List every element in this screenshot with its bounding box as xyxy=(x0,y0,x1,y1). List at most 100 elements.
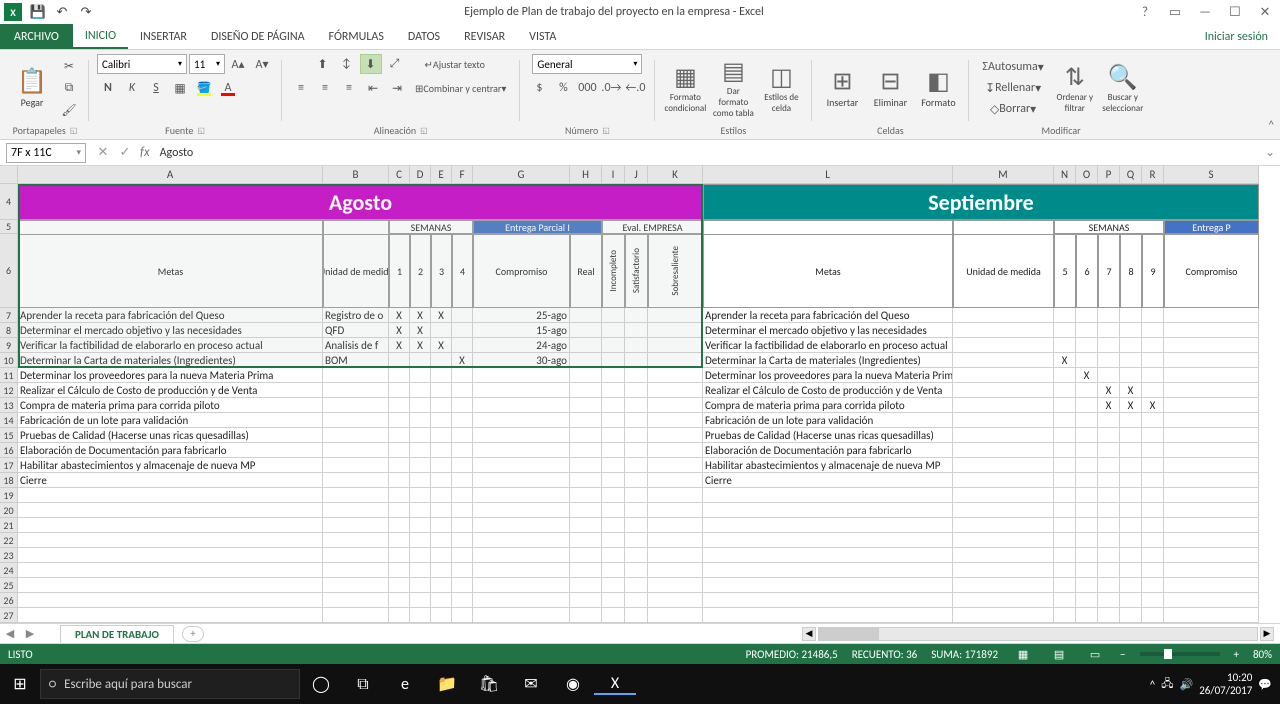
col-header-S[interactable]: S xyxy=(1164,166,1259,184)
conditional-formatting-button[interactable]: ▦Formato condicional xyxy=(663,56,707,120)
comma-icon[interactable]: 000 xyxy=(576,78,598,98)
row-header-24[interactable]: 24 xyxy=(0,563,18,578)
row-header-14[interactable]: 14 xyxy=(0,413,18,428)
row-header-25[interactable]: 25 xyxy=(0,578,18,593)
row-header-17[interactable]: 17 xyxy=(0,458,18,473)
select-all-corner[interactable] xyxy=(0,166,18,184)
close-icon[interactable]: ✕ xyxy=(1250,5,1280,20)
tab-data[interactable]: DATOS xyxy=(396,24,452,49)
sheet-nav-next-icon[interactable]: ▶ xyxy=(20,627,40,640)
header-entrega-parcial-1[interactable]: Entrega Parcial I xyxy=(473,220,602,234)
format-painter-icon[interactable]: 🖌 xyxy=(58,100,80,120)
wrap-text-button[interactable]: ↵ Ajustar texto xyxy=(420,54,490,74)
fill-color-icon[interactable]: 🪣 xyxy=(193,78,215,98)
view-normal-icon[interactable]: ▦ xyxy=(1012,648,1034,661)
row-header-11[interactable]: 11 xyxy=(0,368,18,383)
month-banner-august[interactable]: Agosto xyxy=(18,184,703,220)
scroll-left-icon[interactable]: ◀ xyxy=(802,627,816,641)
sort-filter-button[interactable]: ⇅Ordenar y filtrar xyxy=(1053,56,1097,120)
cell-styles-button[interactable]: ◫Estilos de celda xyxy=(759,56,803,120)
underline-button[interactable]: S xyxy=(145,78,167,98)
col-header-A[interactable]: A xyxy=(18,166,323,184)
autosum-button[interactable]: Σ Autosuma ▾ xyxy=(977,57,1048,77)
excel-taskbar-icon[interactable]: X xyxy=(594,674,636,695)
orientation-icon[interactable]: ⤢ xyxy=(384,54,406,74)
col-header-I[interactable]: I xyxy=(602,166,625,184)
number-launcher-icon[interactable]: ◱ xyxy=(602,126,610,136)
zoom-in-icon[interactable]: + xyxy=(1234,648,1239,661)
sign-in-link[interactable]: Iniciar sesión xyxy=(1205,24,1280,49)
task-view-icon[interactable]: ⧉ xyxy=(342,675,384,694)
cortana-icon[interactable]: ◯ xyxy=(300,674,342,694)
view-page-layout-icon[interactable]: ▤ xyxy=(1048,648,1070,661)
mail-icon[interactable]: ✉ xyxy=(510,674,552,694)
scroll-right-icon[interactable]: ▶ xyxy=(1260,627,1274,641)
new-sheet-button[interactable]: + xyxy=(182,626,204,642)
col-header-H[interactable]: H xyxy=(570,166,602,184)
col-header-O[interactable]: O xyxy=(1076,166,1098,184)
qat-redo-icon[interactable]: ↷ xyxy=(74,5,98,20)
cut-icon[interactable]: ✂ xyxy=(58,56,80,76)
row-header-16[interactable]: 16 xyxy=(0,443,18,458)
insert-cells-button[interactable]: ⊞Insertar xyxy=(820,56,864,120)
row-header-15[interactable]: 15 xyxy=(0,428,18,443)
qat-undo-icon[interactable]: ↶ xyxy=(50,5,74,20)
align-right-icon[interactable]: ≡ xyxy=(338,78,360,98)
ribbon-opts-icon[interactable]: ▭ xyxy=(1160,5,1190,20)
notifications-icon[interactable]: 💬 xyxy=(1258,678,1272,691)
format-as-table-button[interactable]: ▤Dar formato como tabla xyxy=(711,56,755,120)
tab-home[interactable]: INICIO xyxy=(73,24,128,49)
col-header-B[interactable]: B xyxy=(323,166,389,184)
row-header-22[interactable]: 22 xyxy=(0,533,18,548)
horizontal-scrollbar[interactable]: ◀ ▶ xyxy=(802,627,1280,641)
tab-formulas[interactable]: FÓRMULAS xyxy=(317,24,396,49)
chrome-icon[interactable]: ◉ xyxy=(552,674,594,694)
col-header-G[interactable]: G xyxy=(473,166,570,184)
help-icon[interactable]: ? xyxy=(1130,5,1160,20)
view-page-break-icon[interactable]: ▭ xyxy=(1084,648,1106,661)
accounting-icon[interactable]: $ xyxy=(528,78,550,98)
fill-button[interactable]: ↧ Rellenar ▾ xyxy=(977,78,1048,98)
tab-review[interactable]: REVISAR xyxy=(452,24,517,49)
row-header-7[interactable]: 7 xyxy=(0,308,18,323)
tab-file[interactable]: ARCHIVO xyxy=(0,24,73,49)
copy-icon[interactable]: ⧉ xyxy=(58,78,80,98)
row-header-9[interactable]: 9 xyxy=(0,338,18,353)
sheet-tab-active[interactable]: PLAN DE TRABAJO xyxy=(60,625,174,643)
tab-page-layout[interactable]: DISEÑO DE PÁGINA xyxy=(199,24,317,49)
find-select-button[interactable]: 🔍Buscar y seleccionar xyxy=(1101,56,1145,120)
formula-input[interactable]: Agosto xyxy=(154,146,1260,160)
edge-icon[interactable]: e xyxy=(384,675,426,694)
row-header-18[interactable]: 18 xyxy=(0,473,18,488)
cancel-formula-icon[interactable]: ✕ xyxy=(92,145,114,160)
row-header-13[interactable]: 13 xyxy=(0,398,18,413)
align-launcher-icon[interactable]: ◱ xyxy=(420,126,428,136)
tray-volume-icon[interactable]: 🔊 xyxy=(1179,678,1193,691)
zoom-slider[interactable] xyxy=(1140,652,1220,656)
zoom-out-icon[interactable]: − xyxy=(1120,648,1125,661)
decrease-decimal-icon[interactable]: ←.0 xyxy=(624,78,646,98)
row-header-20[interactable]: 20 xyxy=(0,503,18,518)
font-name-combo[interactable]: Calibri▾ xyxy=(97,54,187,74)
col-header-J[interactable]: J xyxy=(625,166,648,184)
row-header-27[interactable]: 27 xyxy=(0,608,18,623)
clear-button[interactable]: ◇ Borrar ▾ xyxy=(977,99,1048,119)
align-middle-icon[interactable]: ↕ xyxy=(336,54,358,74)
row-header-10[interactable]: 10 xyxy=(0,353,18,368)
row-header-12[interactable]: 12 xyxy=(0,383,18,398)
col-header-E[interactable]: E xyxy=(431,166,452,184)
sheet-nav-prev-icon[interactable]: ◀ xyxy=(0,627,20,640)
col-header-C[interactable]: C xyxy=(389,166,410,184)
col-header-F[interactable]: F xyxy=(452,166,473,184)
align-bottom-icon[interactable]: ⬇ xyxy=(360,54,382,74)
col-header-M[interactable]: M xyxy=(953,166,1054,184)
tab-insert[interactable]: INSERTAR xyxy=(128,24,199,49)
number-format-combo[interactable]: General▾ xyxy=(532,54,642,74)
row-header-19[interactable]: 19 xyxy=(0,488,18,503)
increase-decimal-icon[interactable]: .0→ xyxy=(600,78,622,98)
increase-font-icon[interactable]: A▴ xyxy=(227,54,249,74)
delete-cells-button[interactable]: ⊟Eliminar xyxy=(868,56,912,120)
enter-formula-icon[interactable]: ✓ xyxy=(114,145,136,160)
row-header-23[interactable]: 23 xyxy=(0,548,18,563)
col-header-R[interactable]: R xyxy=(1142,166,1164,184)
